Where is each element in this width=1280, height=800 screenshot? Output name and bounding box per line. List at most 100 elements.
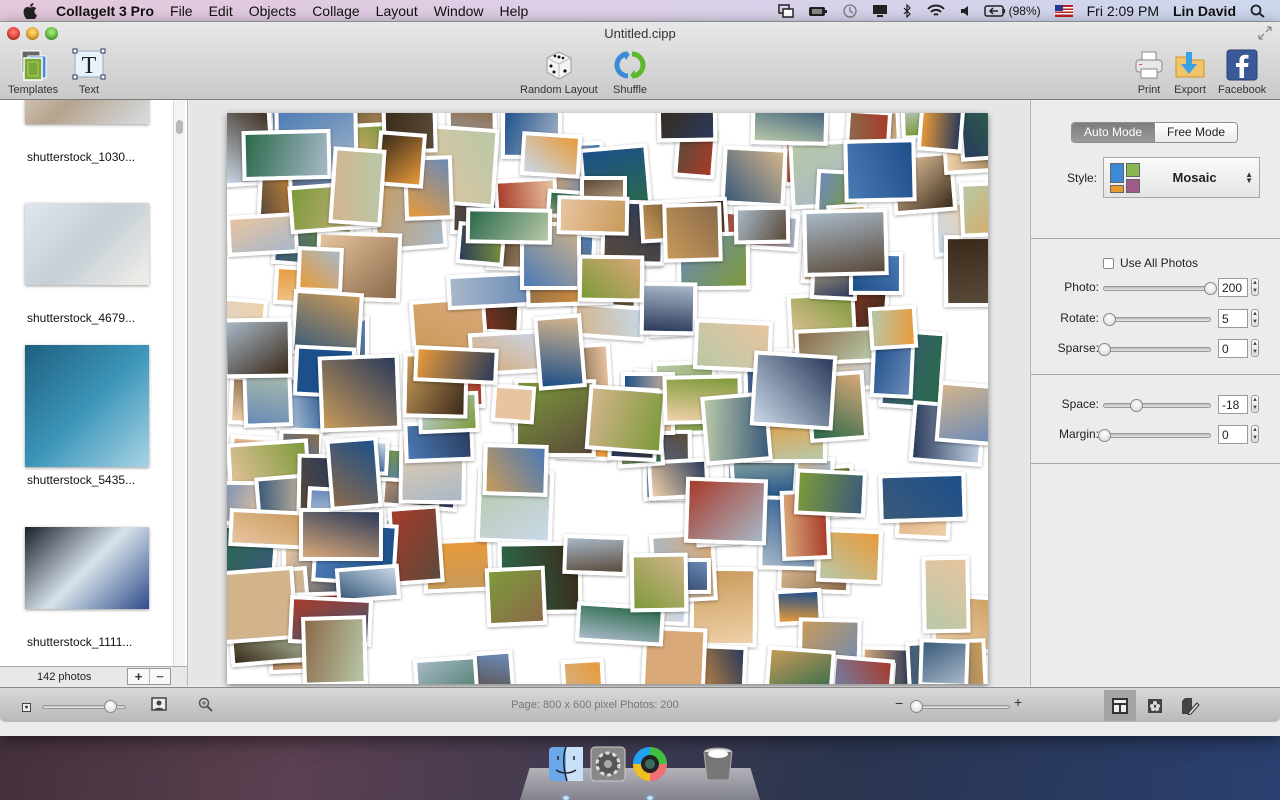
random-layout-button[interactable]: Random Layout [520,48,598,96]
rotate-field[interactable]: 5 [1218,309,1248,328]
collage-photo[interactable] [959,178,988,238]
collageit-icon[interactable] [632,746,668,782]
margin-slider[interactable] [1098,429,1211,442]
collage-photo[interactable] [519,131,583,179]
use-all-photos-checkbox[interactable] [1103,257,1114,269]
collage-photo[interactable] [325,436,383,511]
collage-photo[interactable] [227,212,300,258]
menu-help[interactable]: Help [492,3,537,19]
bluetooth-icon[interactable] [902,3,912,18]
collage-photo[interactable] [843,138,918,204]
space-slider[interactable] [1103,399,1211,412]
effects-view-button[interactable] [1139,690,1171,721]
photo-list[interactable]: shutterstock_1030... shutterstock_4679..… [0,100,176,666]
zoom-out-button[interactable]: − [895,695,903,711]
collage-photo[interactable] [934,380,988,447]
rotate-slider-thumb[interactable] [1103,313,1117,326]
sparse-slider-thumb[interactable] [1098,343,1111,356]
auto-mode-tab[interactable]: Auto Mode [1072,123,1155,142]
scrollbar-knob[interactable] [176,120,183,134]
photo-item[interactable]: shutterstock_4679... [25,203,149,325]
apple-menu-icon[interactable] [20,2,40,19]
flag-icon[interactable] [1054,4,1073,18]
app-name-menu[interactable]: CollageIt 3 Pro [50,3,162,19]
battery-indicator[interactable]: (98%) [983,4,1041,18]
menu-window[interactable]: Window [426,3,492,19]
screen-mirror-icon[interactable] [777,3,794,18]
collage-photo[interactable] [301,615,369,684]
collage-photo[interactable] [764,645,837,684]
menu-objects[interactable]: Objects [241,3,304,19]
collage-photo[interactable] [943,234,988,308]
edit-view-button[interactable] [1174,690,1206,721]
sparse-stepper[interactable]: ▲ ▼ [1251,339,1259,357]
photo-slider-thumb[interactable] [1204,282,1217,295]
collage-photo[interactable] [684,476,769,546]
style-select[interactable]: Mosaic ▲ ▼ [1103,157,1260,198]
collage-photo[interactable] [465,207,553,246]
photo-slider[interactable] [1103,282,1217,295]
volume-icon[interactable] [960,4,970,18]
photo-thumbnail[interactable] [25,345,149,467]
zoom-in-button[interactable]: + [1014,694,1022,710]
system-preferences-icon[interactable] [590,746,626,782]
trash-icon[interactable] [700,746,736,782]
collage-photo[interactable] [533,312,587,391]
clock[interactable]: Fri 2:09 PM [1087,3,1159,19]
collage-photo[interactable] [241,129,332,182]
collage-photo[interactable] [296,246,344,293]
photo-item[interactable]: shutterstock_1030... [25,100,149,164]
display-icon[interactable] [872,4,888,18]
add-photo-button[interactable]: + [128,669,149,684]
photo-thumbnail[interactable] [25,100,149,124]
collage-photo[interactable] [656,113,718,143]
collage-photo[interactable] [878,471,968,524]
user-name[interactable]: Lin David [1173,3,1236,19]
collage-photo[interactable] [916,113,967,154]
rotate-stepper[interactable]: ▲ ▼ [1251,309,1259,327]
print-button[interactable]: Print [1132,48,1166,96]
menu-edit[interactable]: Edit [201,3,241,19]
battery-status-icon[interactable] [808,4,828,18]
canvas-zoom-thumb[interactable] [910,700,923,713]
photo-stepper[interactable]: ▲ ▼ [1251,278,1259,296]
collage-photo[interactable] [750,113,829,147]
time-machine-icon[interactable] [842,3,858,18]
sparse-slider[interactable] [1098,343,1211,356]
rotate-slider[interactable] [1103,313,1211,326]
templates-button[interactable]: Templates [8,48,58,96]
menu-layout[interactable]: Layout [368,3,426,19]
sidebar-scrollbar[interactable] [173,100,185,666]
collage-photo[interactable] [828,653,896,684]
collage-photo[interactable] [412,345,500,386]
remove-photo-button[interactable]: − [149,669,170,684]
facebook-button[interactable]: Facebook [1218,48,1266,96]
canvas-zoom-slider[interactable] [910,700,1010,713]
collage-photo[interactable] [413,655,482,684]
collage-photo[interactable] [490,383,537,424]
finder-icon[interactable] [548,746,584,782]
spotlight-icon[interactable] [1250,4,1266,18]
space-field[interactable]: -18 [1218,395,1248,414]
free-mode-tab[interactable]: Free Mode [1154,123,1238,142]
collage-canvas[interactable] [227,113,988,684]
use-all-photos-row[interactable]: Use All Photos [1103,256,1198,270]
collage-photo[interactable] [802,208,889,277]
collage-photo[interactable] [639,282,698,336]
shuffle-button[interactable]: Shuffle [613,48,647,96]
collage-photo[interactable] [561,534,628,577]
photo-item[interactable]: shutterstock_1111... [25,527,149,649]
collage-photo[interactable] [482,443,549,498]
photo-item[interactable]: shutterstock_5435... [25,345,149,487]
sparse-field[interactable]: 0 [1218,339,1248,358]
collage-photo[interactable] [328,145,387,227]
export-button[interactable]: Export [1173,48,1207,96]
margin-slider-thumb[interactable] [1098,429,1111,442]
collage-photo[interactable] [317,353,402,432]
collage-photo[interactable] [630,553,689,613]
photo-thumbnail[interactable] [25,527,149,609]
collage-photo[interactable] [560,657,607,684]
collage-photo[interactable] [556,195,630,236]
collage-photo[interactable] [577,254,645,302]
collage-photo[interactable] [734,205,791,245]
